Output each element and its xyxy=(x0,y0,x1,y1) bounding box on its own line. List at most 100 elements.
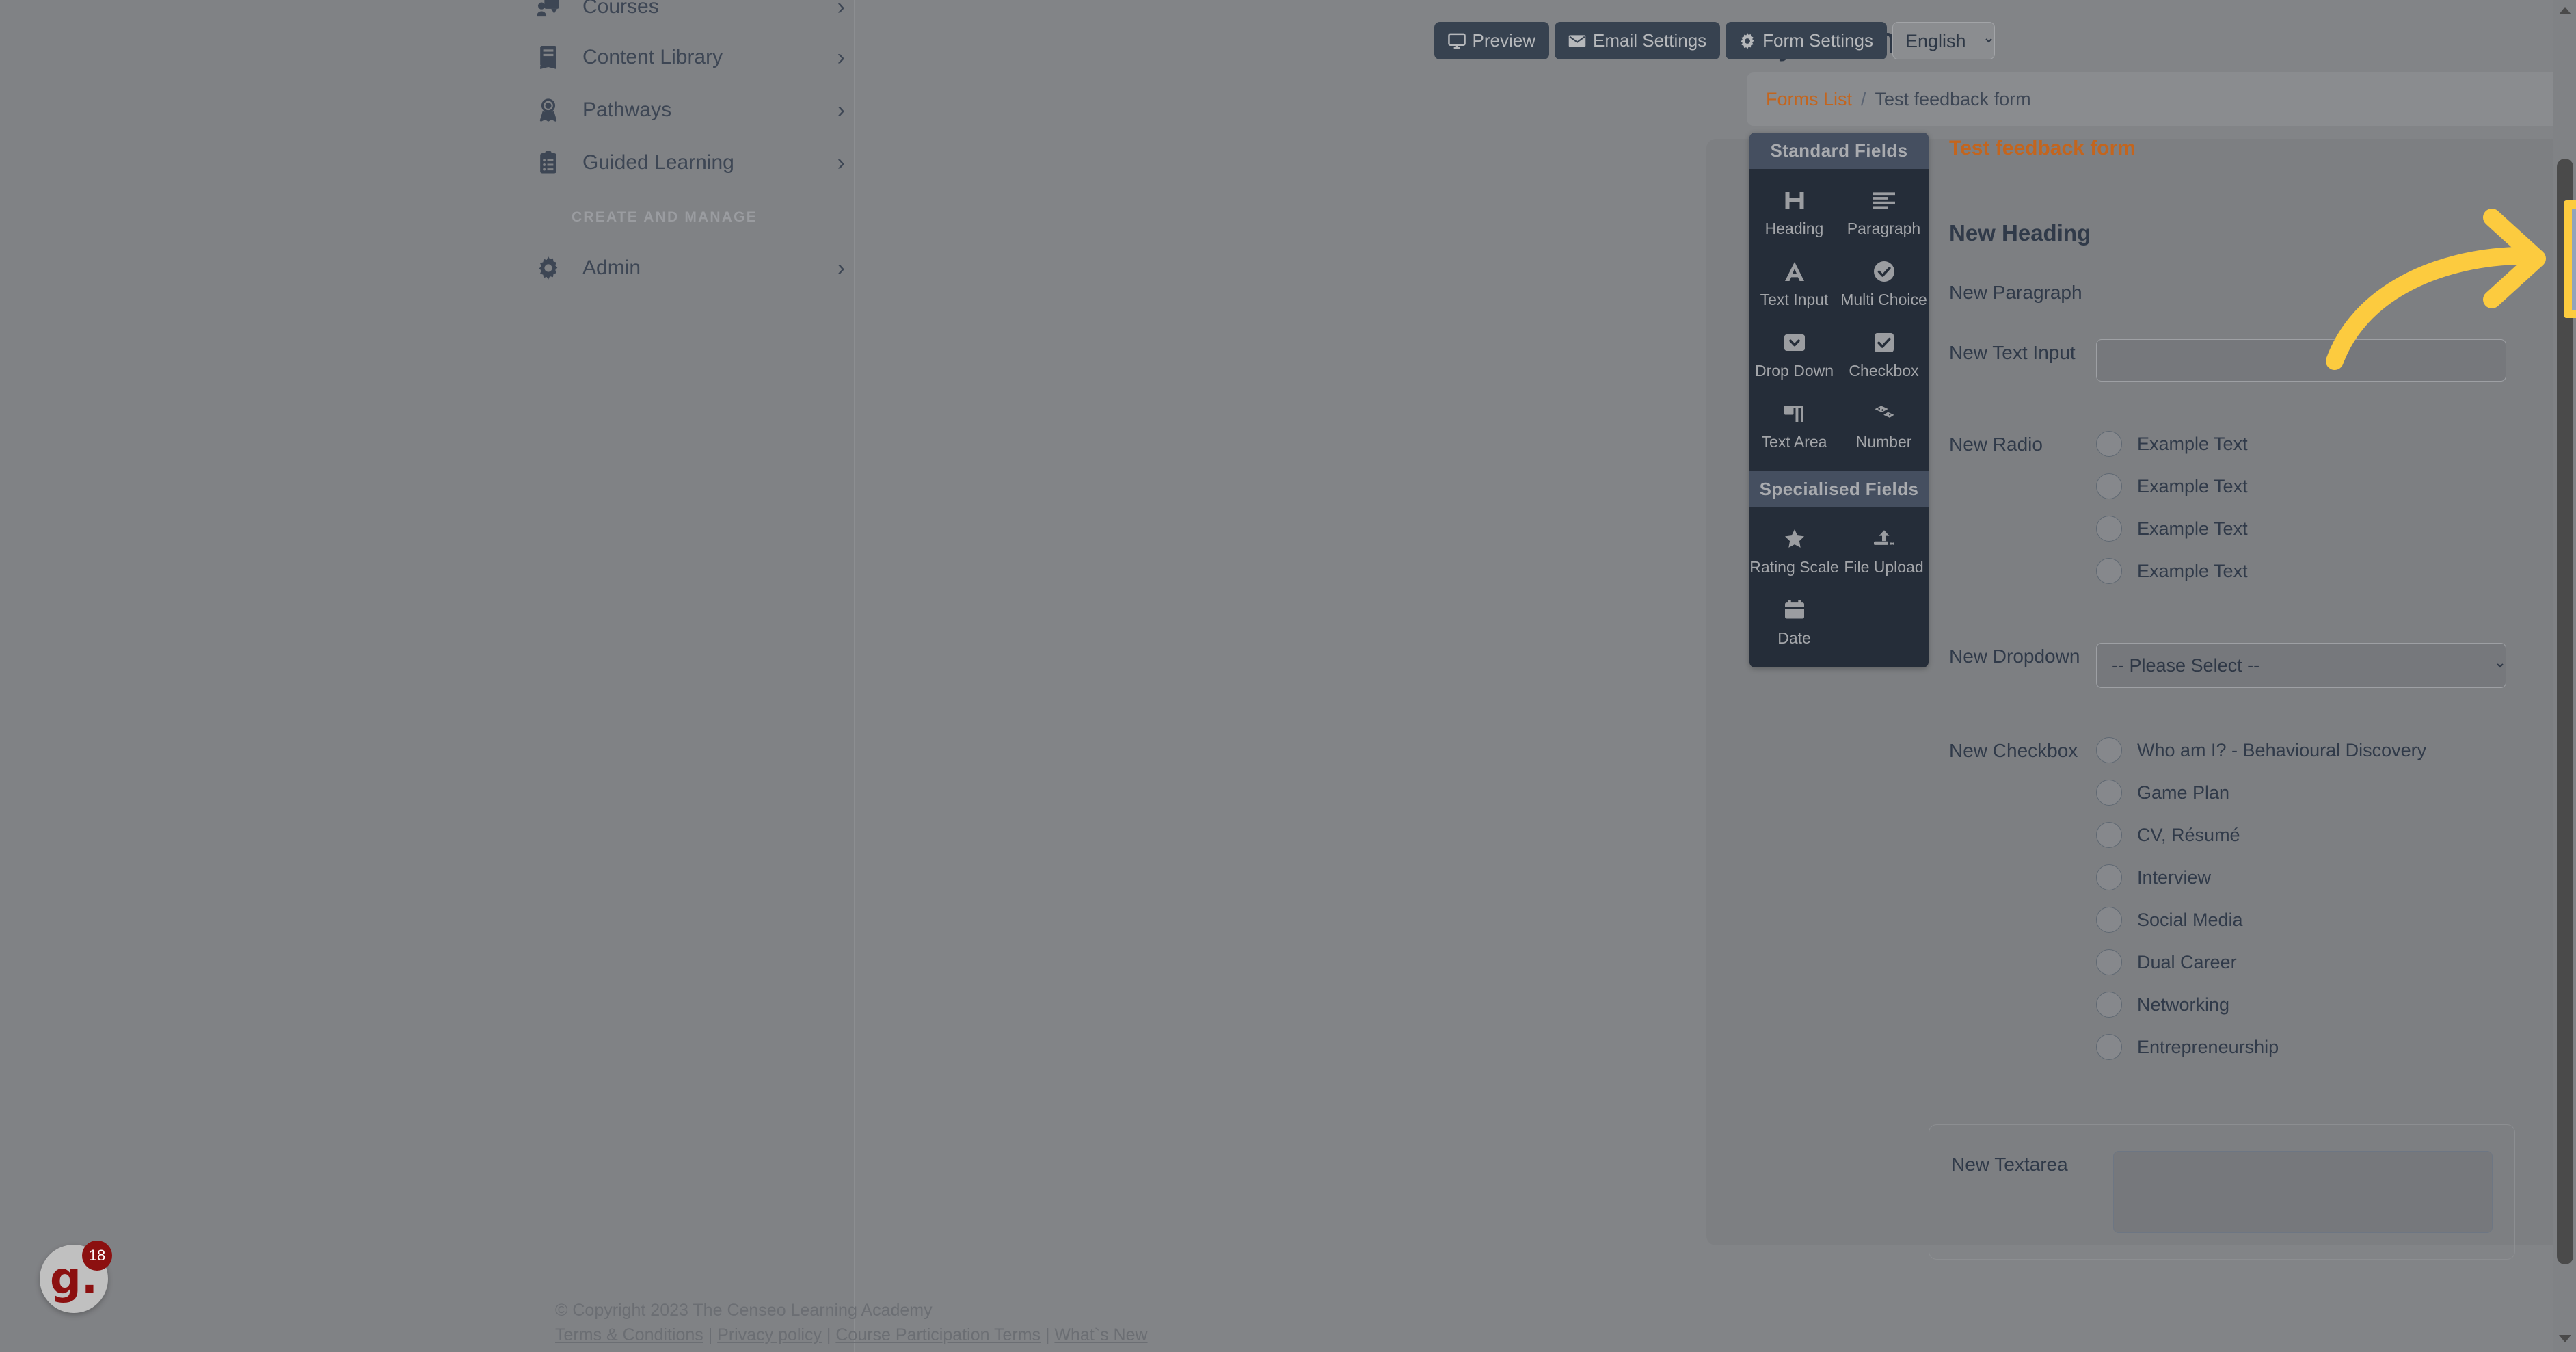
radio-option-label: Example Text xyxy=(2137,560,2248,581)
checkbox-option[interactable]: Dual Career xyxy=(2096,949,2551,975)
form-field-checkbox[interactable]: New Checkbox Who am I? - Behavioural Dis… xyxy=(1949,737,2551,1076)
check-circle-icon xyxy=(1873,259,1894,284)
checkbox-option-label: CV, Résumé xyxy=(2137,824,2240,845)
checkbox-option[interactable]: Social Media xyxy=(2096,907,2551,933)
palette-item-file-upload[interactable]: File Upload xyxy=(1839,514,1929,585)
palette-item-heading[interactable]: Heading xyxy=(1749,176,1839,247)
sidebar-item-courses[interactable]: Courses › xyxy=(533,0,855,33)
specialised-fields-title: Specialised Fields xyxy=(1749,471,1929,507)
chevron-right-icon: › xyxy=(837,0,845,20)
checkbox-option-label: Who am I? - Behavioural Discovery xyxy=(2137,739,2427,760)
checkbox-icon xyxy=(1874,330,1894,356)
checkbox-circle-icon[interactable] xyxy=(2096,907,2122,933)
checkbox-group-label: New Checkbox xyxy=(1949,740,2078,761)
checkbox-circle-icon[interactable] xyxy=(2096,737,2122,763)
sidebar-item-label: Courses xyxy=(582,0,659,18)
scroll-down-arrow-icon[interactable] xyxy=(2559,1335,2571,1342)
dropdown-select[interactable]: -- Please Select -- xyxy=(2096,643,2506,688)
palette-item-label: Paragraph xyxy=(1847,220,1921,237)
checkbox-option[interactable]: Networking xyxy=(2096,992,2551,1018)
app-root: Courses › Content Library › Pathways › G… xyxy=(0,0,2576,1352)
palette-item-multi-choice[interactable]: Multi Choice xyxy=(1839,247,1929,318)
radio-option[interactable]: Example Text xyxy=(2096,431,2551,457)
breadcrumb-current: Test feedback form xyxy=(1875,88,2031,109)
whats-new-link[interactable]: What`s New xyxy=(1054,1325,1147,1344)
textarea-label: New Textarea xyxy=(1951,1154,2068,1175)
checkbox-circle-icon[interactable] xyxy=(2096,949,2122,975)
sidebar-item-pathways[interactable]: Pathways › xyxy=(533,84,855,136)
form-title: Test feedback form xyxy=(1949,137,2136,159)
checkbox-circle-icon[interactable] xyxy=(2096,864,2122,890)
sidebar-item-content-library[interactable]: Content Library › xyxy=(533,31,855,83)
checkbox-option[interactable]: Game Plan xyxy=(2096,780,2551,806)
sidebar-item-guided-learning[interactable]: Guided Learning › xyxy=(533,137,855,189)
radio-option[interactable]: Example Text xyxy=(2096,558,2551,584)
standard-fields-grid: Heading Paragraph Text Input Multi Choic… xyxy=(1749,169,1929,471)
form-settings-button[interactable]: Form Settings xyxy=(1726,22,1887,59)
courses-icon xyxy=(533,0,563,18)
radio-option-label: Example Text xyxy=(2137,475,2248,496)
textarea-field[interactable] xyxy=(2113,1151,2493,1233)
palette-item-drop-down[interactable]: Drop Down xyxy=(1749,318,1839,389)
checkbox-option[interactable]: Entrepreneurship xyxy=(2096,1034,2551,1060)
radio-circle-icon[interactable] xyxy=(2096,431,2122,457)
course-participation-terms-link[interactable]: Course Participation Terms xyxy=(835,1325,1041,1344)
palette-item-paragraph[interactable]: Paragraph xyxy=(1839,176,1929,247)
language-select[interactable]: English xyxy=(1892,22,1995,59)
preview-label: Preview xyxy=(1472,30,1535,51)
form-field-textarea-selected[interactable]: New Textarea xyxy=(1929,1124,2515,1260)
heading-icon xyxy=(1784,187,1805,213)
checkbox-circle-icon[interactable] xyxy=(2096,992,2122,1018)
radio-option[interactable]: Example Text xyxy=(2096,473,2551,499)
privacy-policy-link[interactable]: Privacy policy xyxy=(717,1325,822,1344)
checkbox-option[interactable]: CV, Résumé xyxy=(2096,822,2551,848)
radio-group-label: New Radio xyxy=(1949,434,2043,455)
checkbox-circle-icon[interactable] xyxy=(2096,1034,2122,1060)
palette-item-number[interactable]: Number xyxy=(1839,389,1929,460)
radio-circle-icon[interactable] xyxy=(2096,516,2122,542)
palette-item-text-area[interactable]: Text Area xyxy=(1749,389,1839,460)
radio-circle-icon[interactable] xyxy=(2096,473,2122,499)
preview-button[interactable]: Preview xyxy=(1434,22,1549,59)
form-field-dropdown[interactable]: New Dropdown -- Please Select -- xyxy=(1949,643,2551,688)
footer: © Copyright 2023 The Censeo Learning Aca… xyxy=(0,1275,2576,1352)
email-settings-button[interactable]: Email Settings xyxy=(1554,22,1721,59)
dropdown-icon xyxy=(1784,330,1805,356)
chevron-right-icon: › xyxy=(837,255,845,281)
scroll-up-arrow-icon[interactable] xyxy=(2559,7,2571,14)
email-settings-label: Email Settings xyxy=(1592,30,1707,51)
help-widget-button[interactable]: g. 18 xyxy=(40,1241,112,1313)
breadcrumb-separator: / xyxy=(1861,88,1866,109)
palette-item-label: File Upload xyxy=(1844,558,1924,576)
header-actions: Preview Email Settings Form Settings Eng… xyxy=(1434,22,1995,59)
sidebar-item-label: Admin xyxy=(582,256,641,279)
sidebar-item-label: Guided Learning xyxy=(582,151,734,174)
chevron-right-icon: › xyxy=(837,150,845,176)
palette-item-label: Text Input xyxy=(1760,291,1829,308)
checkbox-circle-icon[interactable] xyxy=(2096,780,2122,806)
terms-conditions-link[interactable]: Terms & Conditions xyxy=(555,1325,703,1344)
radio-option[interactable]: Example Text xyxy=(2096,516,2551,542)
checkbox-option[interactable]: Who am I? - Behavioural Discovery xyxy=(2096,737,2551,763)
notification-count-badge: 18 xyxy=(82,1241,112,1271)
checkbox-option[interactable]: Interview xyxy=(2096,864,2551,890)
palette-item-text-input[interactable]: Text Input xyxy=(1749,247,1839,318)
palette-item-date[interactable]: Date xyxy=(1749,585,1839,657)
gear-icon xyxy=(533,256,563,280)
checkbox-options: Who am I? - Behavioural Discovery Game P… xyxy=(2096,737,2551,1076)
palette-item-rating-scale[interactable]: Rating Scale xyxy=(1749,514,1839,585)
award-icon xyxy=(533,98,563,122)
envelope-icon xyxy=(1568,34,1586,48)
palette-item-checkbox[interactable]: Checkbox xyxy=(1839,318,1929,389)
highlight-box: New Textarea xyxy=(2564,200,2576,318)
form-settings-label: Form Settings xyxy=(1762,30,1873,51)
letter-a-icon xyxy=(1784,259,1804,284)
checkbox-circle-icon[interactable] xyxy=(2096,822,2122,848)
footer-link-separator: | xyxy=(1041,1325,1055,1344)
breadcrumb-forms-list-link[interactable]: Forms List xyxy=(1766,89,1852,110)
palette-item-label: Multi Choice xyxy=(1840,291,1927,308)
annotation-arrow xyxy=(2311,191,2576,376)
form-field-radio[interactable]: New Radio Example Text Example Text Exam… xyxy=(1949,431,2551,600)
sidebar-item-admin[interactable]: Admin › xyxy=(533,242,855,294)
radio-circle-icon[interactable] xyxy=(2096,558,2122,584)
